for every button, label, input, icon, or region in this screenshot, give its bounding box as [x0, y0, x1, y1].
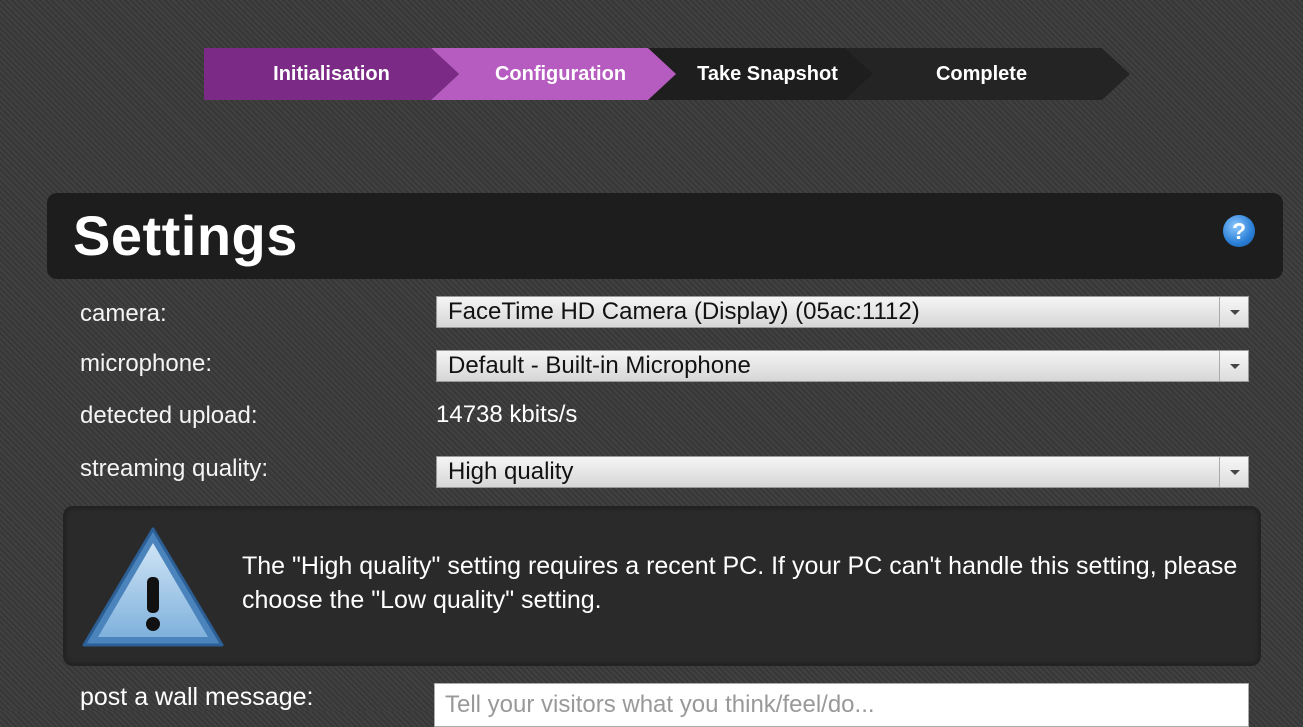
- upload-label: detected upload:: [80, 402, 258, 429]
- step-take-snapshot: Take Snapshot: [648, 48, 873, 100]
- chevron-down-icon[interactable]: [1219, 351, 1248, 381]
- step-label: Configuration: [494, 62, 627, 85]
- warning-text: The "High quality" setting requires a re…: [242, 552, 1238, 614]
- help-icon[interactable]: ?: [1223, 215, 1255, 247]
- warning-triangle-icon: [82, 527, 224, 647]
- camera-label: camera:: [80, 300, 167, 327]
- microphone-select[interactable]: Default - Built-in Microphone: [436, 350, 1249, 382]
- step-initialisation: Initialisation: [204, 48, 459, 100]
- step-complete: Complete: [845, 48, 1130, 100]
- quality-select[interactable]: High quality: [436, 456, 1249, 488]
- progress-stepper: Initialisation Configuration Take Snapsh…: [204, 48, 1144, 100]
- step-label: Initialisation: [273, 62, 390, 85]
- step-label: Complete: [935, 62, 1028, 85]
- wall-message-input[interactable]: [434, 683, 1249, 727]
- page-title: Settings: [73, 204, 298, 267]
- step-label: Take Snapshot: [697, 62, 838, 85]
- microphone-select-value: Default - Built-in Microphone: [448, 352, 751, 379]
- step-configuration: Configuration: [431, 48, 676, 100]
- quality-label: streaming quality:: [80, 455, 269, 482]
- settings-header: Settings ?: [47, 193, 1283, 279]
- microphone-label: microphone:: [80, 350, 213, 377]
- camera-select-value: FaceTime HD Camera (Display) (05ac:1112): [448, 298, 920, 325]
- warning-box: The "High quality" setting requires a re…: [63, 506, 1261, 666]
- wall-message-label: post a wall message:: [80, 683, 314, 711]
- upload-value: 14738 kbits/s: [436, 401, 578, 428]
- chevron-down-icon[interactable]: [1219, 457, 1248, 487]
- quality-select-value: High quality: [448, 458, 574, 485]
- camera-select[interactable]: FaceTime HD Camera (Display) (05ac:1112): [436, 296, 1249, 328]
- chevron-down-icon[interactable]: [1219, 297, 1248, 327]
